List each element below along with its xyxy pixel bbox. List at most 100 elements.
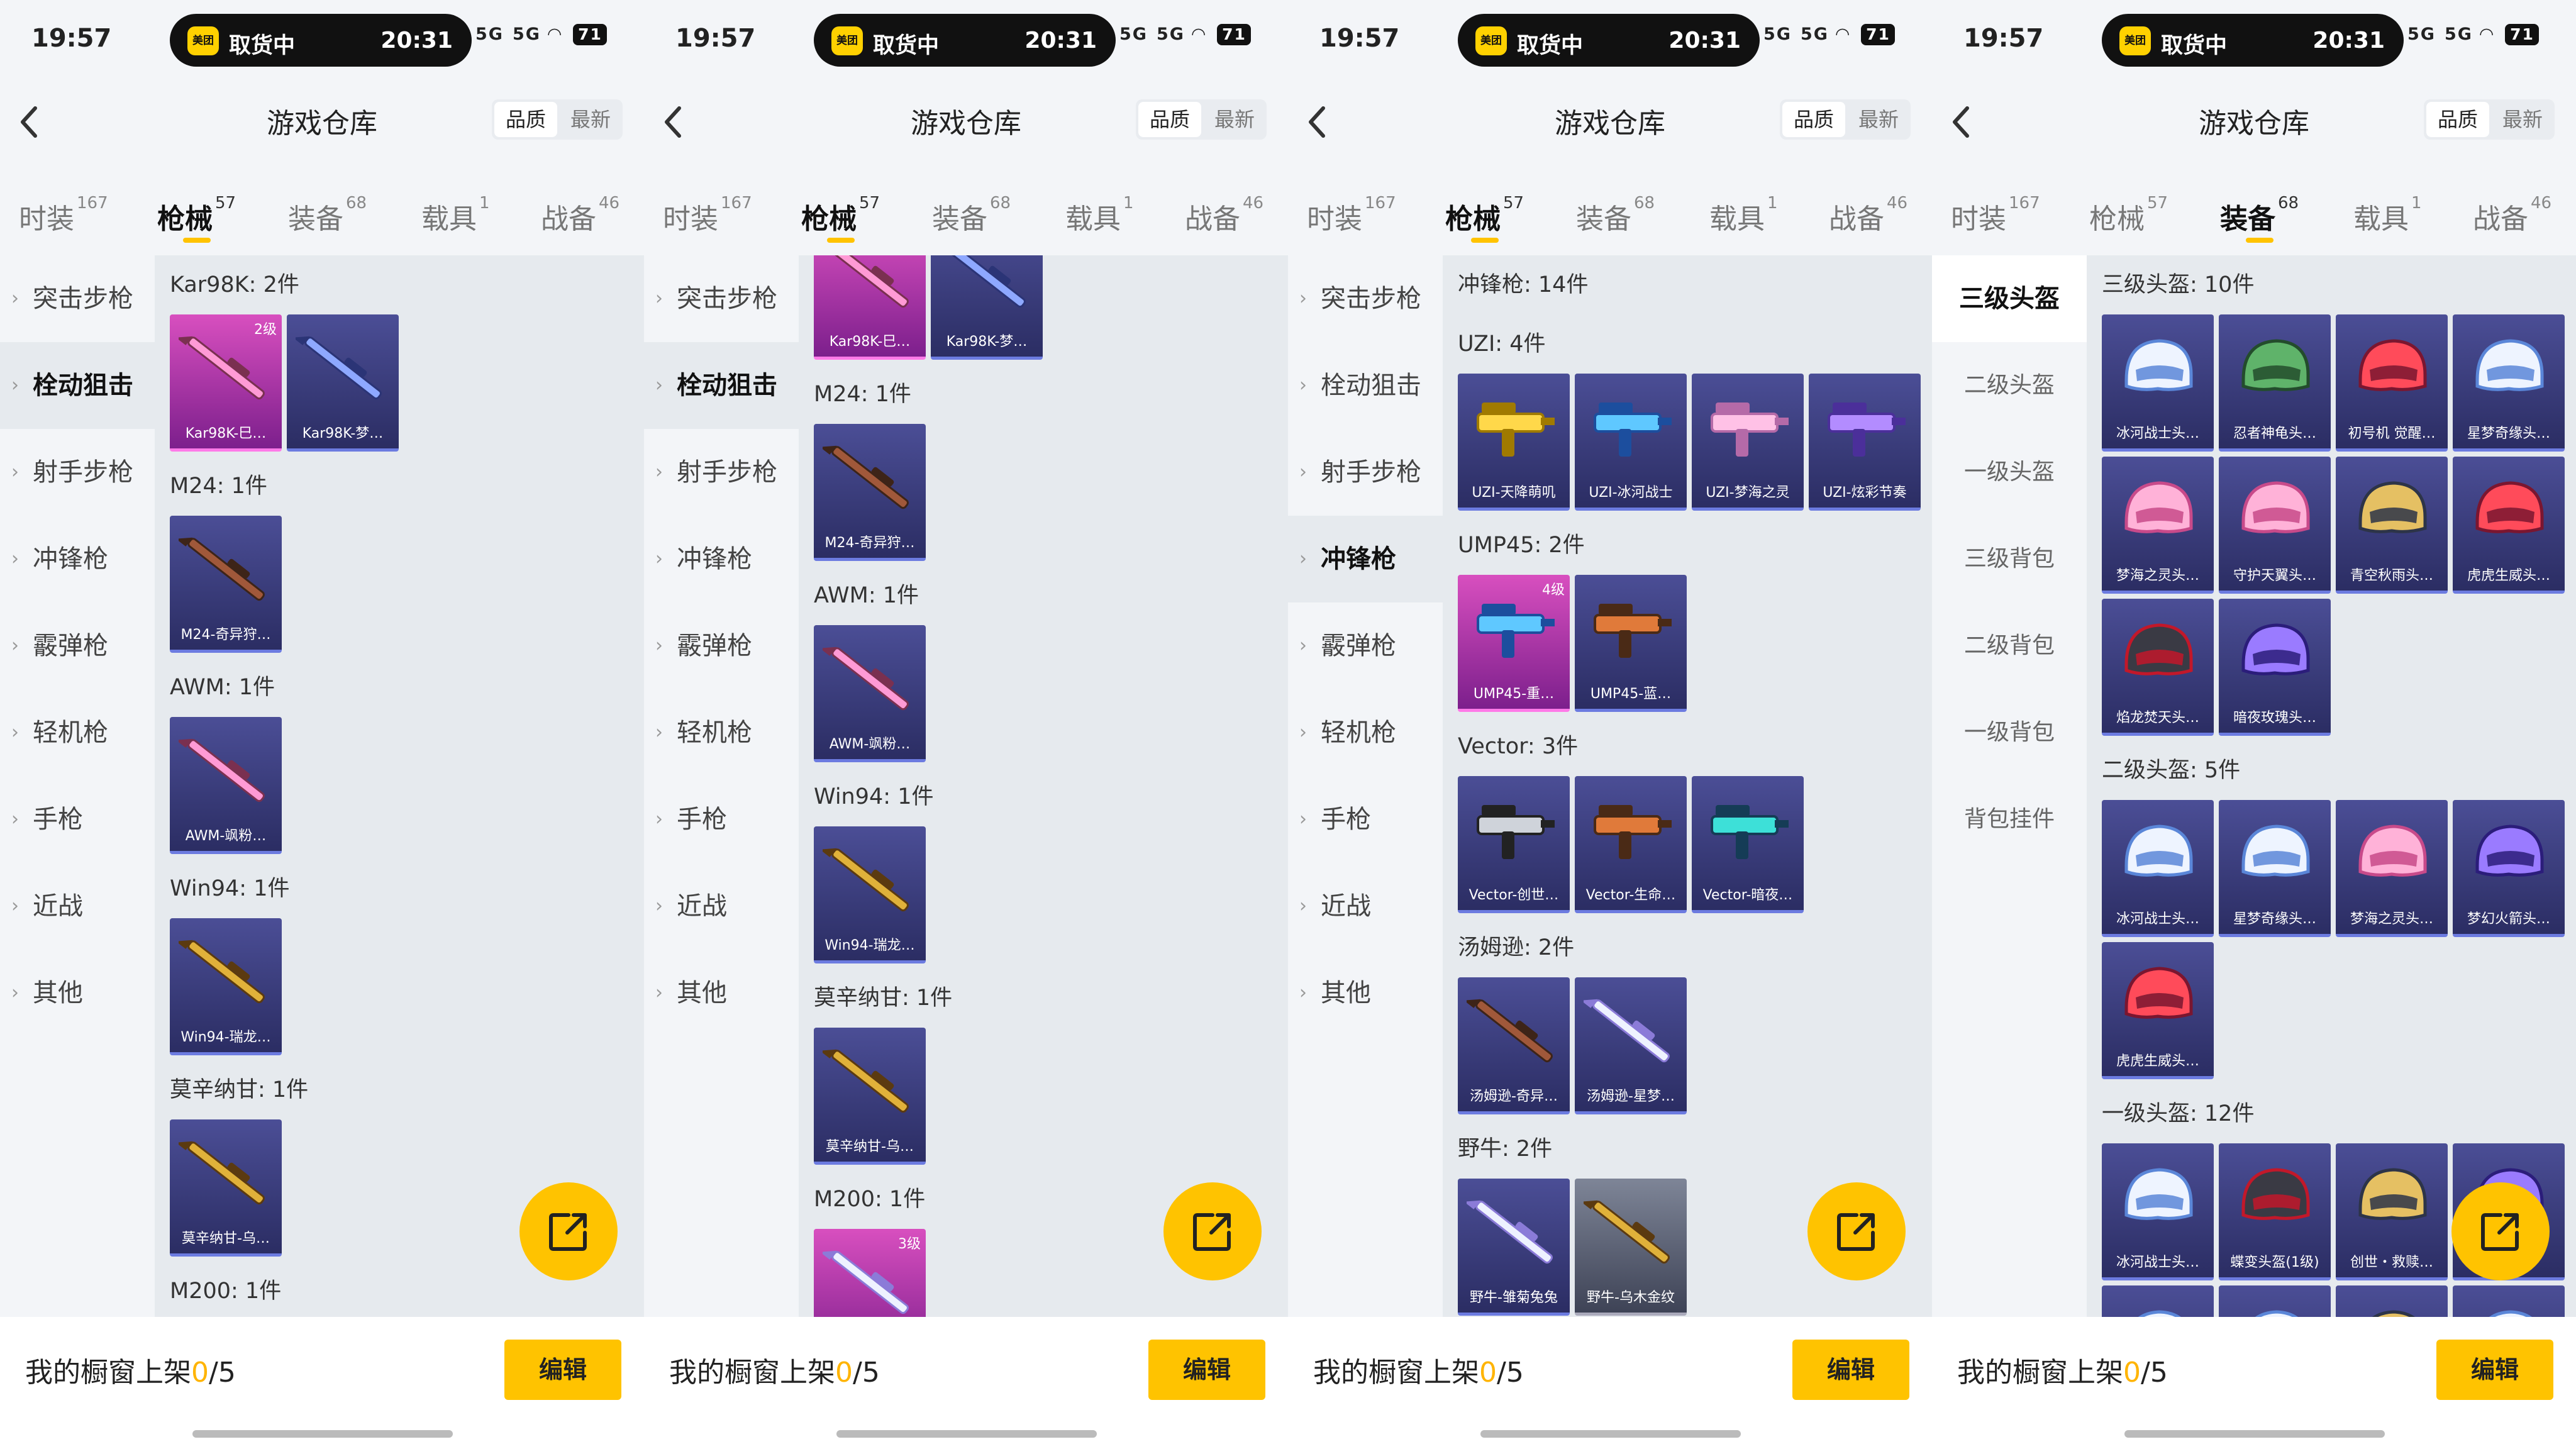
subcategory-item[interactable]: › 霰弹枪 <box>1288 602 1443 689</box>
subcategory-item[interactable]: › 栓动狙击 <box>644 342 799 429</box>
item-card[interactable]: 2级 Kar98K-巳… <box>170 314 282 452</box>
home-indicator[interactable] <box>1480 1430 1741 1438</box>
tab-1[interactable]: 枪械 57 <box>157 194 236 243</box>
tab-3[interactable]: 载具 1 <box>2353 194 2422 236</box>
item-card[interactable] <box>2453 1285 2565 1317</box>
subcategory-item[interactable]: › 手枪 <box>0 776 155 863</box>
sort-latest[interactable]: 最新 <box>1206 99 1263 140</box>
tab-1[interactable]: 枪械 57 <box>1445 194 1524 243</box>
item-card[interactable]: Vector-生命… <box>1575 776 1687 913</box>
item-card[interactable]: AWM-飒粉… <box>170 717 282 854</box>
sort-toggle[interactable]: 品质 最新 <box>1136 99 1267 140</box>
subcategory-item[interactable]: › 霰弹枪 <box>644 602 799 689</box>
item-card[interactable]: UZI-梦海之灵 <box>1692 374 1804 511</box>
item-card[interactable]: 梦海之灵头… <box>2336 800 2448 937</box>
subcategory-item[interactable]: 三级头盔 <box>1932 255 2087 342</box>
item-card[interactable]: 冰河战士头… <box>2102 800 2214 937</box>
subcategory-item[interactable]: 三级背包 <box>1932 516 2087 602</box>
share-button[interactable] <box>1807 1182 1906 1280</box>
subcategory-item[interactable]: › 其他 <box>644 950 799 1036</box>
tab-3[interactable]: 载具 1 <box>1065 194 1134 236</box>
subcategory-item[interactable]: 一级背包 <box>1932 689 2087 776</box>
tab-1[interactable]: 枪械 57 <box>2089 194 2168 236</box>
item-card[interactable]: 星梦奇缘头… <box>2219 800 2331 937</box>
tab-3[interactable]: 载具 1 <box>421 194 490 236</box>
tab-0[interactable]: 时装 167 <box>19 194 108 236</box>
item-card[interactable]: 汤姆逊-星梦… <box>1575 977 1687 1114</box>
tab-3[interactable]: 载具 1 <box>1709 194 1778 236</box>
tab-0[interactable]: 时装 167 <box>1951 194 2040 236</box>
subcategory-item[interactable]: › 轻机枪 <box>0 689 155 776</box>
sort-latest[interactable]: 最新 <box>562 99 619 140</box>
sort-toggle[interactable]: 品质 最新 <box>1780 99 1911 140</box>
tab-4[interactable]: 战备 46 <box>541 194 619 236</box>
item-card[interactable]: 初号机 觉醒… <box>2336 314 2448 452</box>
subcategory-item[interactable]: 二级头盔 <box>1932 342 2087 429</box>
edit-button[interactable]: 编辑 <box>2436 1340 2553 1400</box>
subcategory-item[interactable]: › 冲锋枪 <box>644 516 799 602</box>
subcategory-item[interactable]: › 栓动狙击 <box>0 342 155 429</box>
subcategory-item[interactable]: 一级头盔 <box>1932 429 2087 516</box>
tab-4[interactable]: 战备 46 <box>1829 194 1907 236</box>
subcategory-item[interactable]: › 近战 <box>0 863 155 950</box>
sort-toggle[interactable]: 品质 最新 <box>2424 99 2555 140</box>
subcategory-item[interactable]: › 栓动狙击 <box>1288 342 1443 429</box>
item-card[interactable]: Vector-创世… <box>1458 776 1570 913</box>
item-card[interactable]: 莫辛纳甘-乌… <box>170 1119 282 1257</box>
subcategory-item[interactable]: › 其他 <box>0 950 155 1036</box>
home-indicator[interactable] <box>192 1430 453 1438</box>
item-card[interactable]: 3级M200-梦海… <box>814 1229 926 1317</box>
item-card[interactable]: 忍者神龟头… <box>2219 314 2331 452</box>
item-card[interactable]: Kar98K-巳… <box>814 255 926 360</box>
subcategory-item[interactable]: › 霰弹枪 <box>0 602 155 689</box>
item-card[interactable]: 蝶变头盔(1级) <box>2219 1143 2331 1280</box>
item-card[interactable]: M24-奇异狩… <box>814 424 926 561</box>
item-card[interactable]: M24-奇异狩… <box>170 516 282 653</box>
home-indicator[interactable] <box>2124 1430 2385 1438</box>
tab-1[interactable]: 枪械 57 <box>801 194 880 243</box>
sort-toggle[interactable]: 品质 最新 <box>492 99 623 140</box>
subcategory-item[interactable]: › 冲锋枪 <box>1288 516 1443 602</box>
subcategory-item[interactable]: › 手枪 <box>644 776 799 863</box>
item-card[interactable]: 虎虎生威头… <box>2102 942 2214 1079</box>
item-card[interactable]: 冰河战士头… <box>2102 1143 2214 1280</box>
sort-latest[interactable]: 最新 <box>1850 99 1907 140</box>
subcategory-item[interactable]: › 突击步枪 <box>644 255 799 342</box>
subcategory-item[interactable]: › 冲锋枪 <box>0 516 155 602</box>
subcategory-item[interactable]: › 近战 <box>644 863 799 950</box>
item-card[interactable] <box>2102 1285 2214 1317</box>
item-card[interactable]: 青空秋雨头… <box>2336 457 2448 594</box>
tab-2[interactable]: 装备 68 <box>1576 194 1655 236</box>
subcategory-item[interactable]: › 突击步枪 <box>1288 255 1443 342</box>
item-card[interactable]: 冰河战士头… <box>2102 314 2214 452</box>
item-card[interactable]: Kar98K-梦… <box>931 255 1043 360</box>
share-button[interactable] <box>1163 1182 1262 1280</box>
item-card[interactable]: Win94-瑞龙… <box>170 918 282 1055</box>
item-card[interactable]: 梦海之灵头… <box>2102 457 2214 594</box>
item-card[interactable]: 守护天翼头… <box>2219 457 2331 594</box>
item-card[interactable]: Win94-瑞龙… <box>814 826 926 963</box>
dynamic-island-pill[interactable]: 美团 取货中 20:31 <box>1458 14 1760 67</box>
subcategory-item[interactable]: › 其他 <box>1288 950 1443 1036</box>
item-card[interactable]: 创世・救赎… <box>2336 1143 2448 1280</box>
item-card[interactable]: UZI-天降萌叽 <box>1458 374 1570 511</box>
sort-quality[interactable]: 品质 <box>1138 102 1201 137</box>
item-card[interactable]: Kar98K-梦… <box>287 314 399 452</box>
item-card[interactable] <box>2219 1285 2331 1317</box>
tab-0[interactable]: 时装 167 <box>663 194 752 236</box>
sort-quality[interactable]: 品质 <box>1782 102 1845 137</box>
tab-0[interactable]: 时装 167 <box>1307 194 1396 236</box>
subcategory-item[interactable]: › 近战 <box>1288 863 1443 950</box>
tab-2[interactable]: 装备 68 <box>932 194 1011 236</box>
subcategory-item[interactable]: › 射手步枪 <box>0 429 155 516</box>
item-card[interactable]: UMP45-蓝… <box>1575 575 1687 712</box>
item-card[interactable]: 梦幻火箭头… <box>2453 800 2565 937</box>
item-card[interactable]: 暗夜玫瑰头… <box>2219 599 2331 736</box>
item-card[interactable]: 4级 UMP45-重… <box>1458 575 1570 712</box>
share-button[interactable] <box>519 1182 618 1280</box>
sort-latest[interactable]: 最新 <box>2494 99 2551 140</box>
tab-2[interactable]: 装备 68 <box>2220 194 2299 243</box>
item-card[interactable]: AWM-飒粉… <box>814 625 926 762</box>
item-card[interactable]: 焰龙焚天头… <box>2102 599 2214 736</box>
home-indicator[interactable] <box>836 1430 1097 1438</box>
